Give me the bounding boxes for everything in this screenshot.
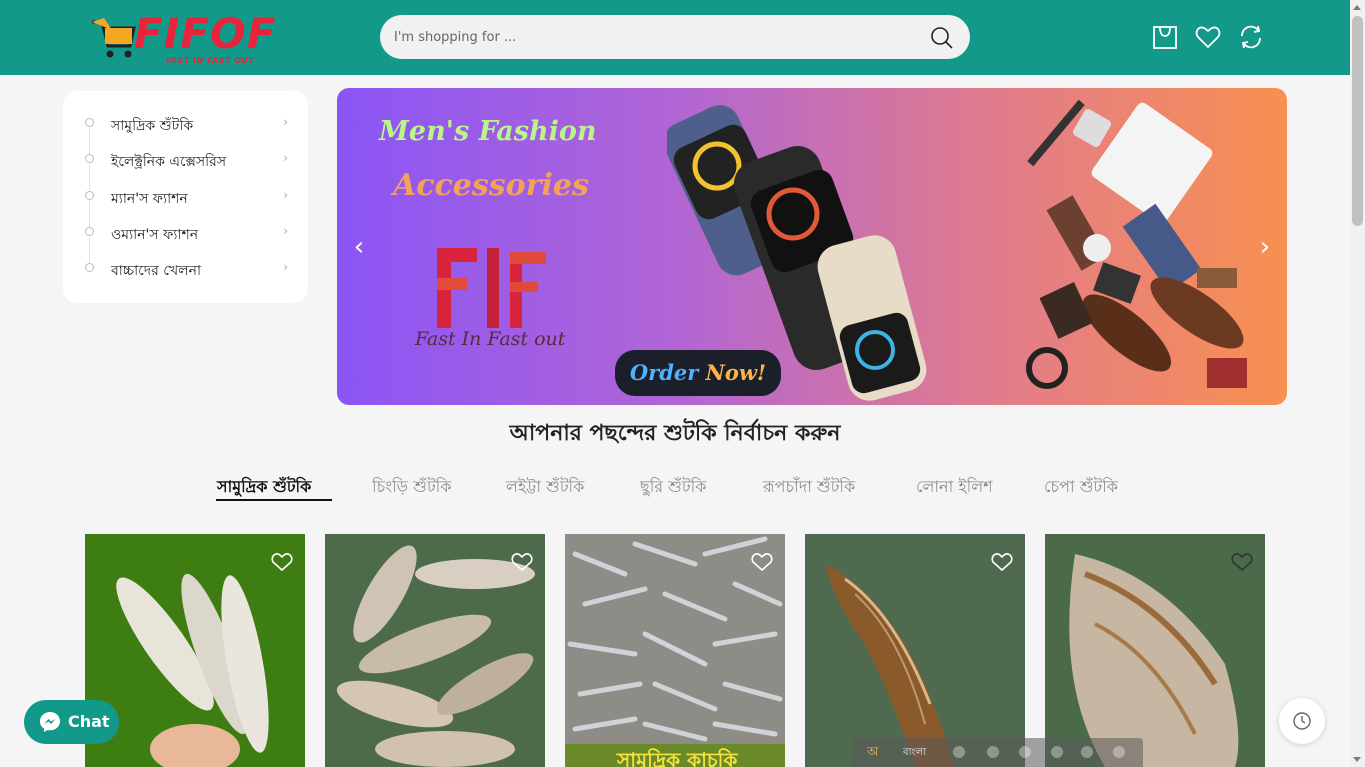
category-label: ইলেক্ট্রনিক এক্সেসরিস (111, 154, 227, 170)
ime-info-icon[interactable] (1113, 746, 1125, 758)
chevron-right-icon: › (283, 115, 288, 129)
site-logo[interactable]: FIFOF FAST IN FAST OUT (90, 9, 280, 70)
cart-icon[interactable] (1152, 24, 1178, 50)
wishlist-heart-icon[interactable] (1231, 552, 1253, 572)
wishlist-heart-icon[interactable] (511, 552, 533, 572)
category-label: সামুদ্রিক শুঁটকি (111, 118, 194, 134)
category-item[interactable]: ওম্যান'স ফ্যাশন › (63, 214, 308, 263)
scroll-down-arrow[interactable] (1353, 757, 1361, 762)
category-item[interactable]: সামুদ্রিক শুঁটকি › (63, 105, 308, 154)
history-icon (1293, 712, 1311, 730)
cart-logo-icon (92, 18, 136, 58)
banner-brand-logo (437, 248, 546, 328)
bullet-icon (85, 118, 94, 127)
banner-title: Men's Fashion (379, 116, 597, 147)
tab-loitta[interactable]: লইট্টা শুঁটকি (506, 474, 584, 501)
tab-churi[interactable]: ছুরি শুঁটকি (640, 474, 706, 501)
chevron-right-icon: › (283, 260, 288, 274)
ime-keyboard-icon[interactable] (953, 746, 965, 758)
chevron-right-icon: › (283, 224, 288, 238)
category-label: ওম্যান'স ফ্যাশন (111, 227, 199, 243)
search-input[interactable] (394, 25, 914, 49)
compare-icon[interactable] (1238, 24, 1264, 50)
ime-indicator: অ (867, 745, 879, 760)
product-card[interactable] (85, 534, 305, 767)
chevron-left-icon[interactable]: ‹ (347, 233, 371, 261)
search-bar (380, 15, 970, 59)
chat-label: Chat (68, 712, 110, 731)
logo-tagline: FAST IN FAST OUT (166, 56, 255, 65)
banner-subtitle: Accessories (393, 168, 589, 203)
bullet-icon (85, 227, 94, 236)
tab-lona-ilish[interactable]: লোনা ইলিশ (916, 474, 993, 501)
chevron-right-icon: › (283, 188, 288, 202)
banner-product-illustration (667, 99, 1247, 401)
active-tab-indicator (216, 499, 332, 501)
category-item[interactable]: ম্যান'স ফ্যাশন › (63, 178, 308, 227)
chevron-right-icon[interactable]: › (1253, 233, 1277, 261)
product-image-caption: সামুদ্রিক কাচকি (617, 748, 738, 767)
chevron-right-icon: › (283, 151, 288, 165)
product-card[interactable]: সামুদ্রিক কাচকি (565, 534, 785, 767)
wishlist-heart-icon[interactable] (991, 552, 1013, 572)
hero-banner[interactable]: Men's Fashion Accessories Fast In Fast o… (337, 88, 1287, 405)
bullet-icon (85, 263, 94, 272)
scroll-thumb[interactable] (1352, 16, 1363, 226)
ime-toolbar[interactable]: অ বাংলা (853, 738, 1143, 767)
category-label: বাচ্চাদের খেলনা (111, 263, 201, 279)
tab-chepa[interactable]: চেপা শুঁটকি (1044, 474, 1118, 501)
ime-mic-icon[interactable] (987, 746, 999, 758)
tab-sea-dried-fish[interactable]: সামুদ্রিক শুঁটকি (217, 474, 311, 501)
tab-dried-shrimp[interactable]: চিংড়ি শুঁটকি (372, 474, 451, 501)
ime-language-label: বাংলা (903, 747, 927, 758)
section-title: আপনার পছন্দের শুটকি নির্বাচন করুন (509, 421, 841, 446)
ime-pen-icon[interactable] (1051, 746, 1063, 758)
bullet-icon (85, 191, 94, 200)
category-label: ম্যান'স ফ্যাশন (111, 191, 188, 207)
logo-text: FIFOF (134, 9, 277, 58)
site-header: FIFOF FAST IN FAST OUT (0, 0, 1350, 75)
category-item[interactable]: বাচ্চাদের খেলনা › (63, 250, 308, 286)
banner-brand-tagline: Fast In Fast out (415, 328, 566, 350)
wishlist-heart-icon[interactable] (271, 552, 293, 572)
category-item[interactable]: ইলেক্ট্রনিক এক্সেসরিস › (63, 141, 308, 190)
chat-button[interactable]: Chat (24, 700, 119, 744)
ime-help-icon[interactable] (1081, 746, 1093, 758)
product-card[interactable] (325, 534, 545, 767)
category-menu: সামুদ্রিক শুঁটকি › ইলেক্ট্রনিক এক্সেসরিস… (63, 91, 308, 303)
messenger-icon (40, 712, 60, 732)
search-icon[interactable] (930, 26, 954, 50)
wishlist-heart-icon[interactable] (751, 552, 773, 572)
bullet-icon (85, 154, 94, 163)
scroll-up-arrow[interactable] (1353, 5, 1361, 10)
recently-viewed-button[interactable] (1279, 698, 1325, 744)
ime-settings-icon[interactable] (1019, 746, 1031, 758)
page-scrollbar[interactable] (1350, 0, 1365, 767)
tab-rupchanda[interactable]: রূপচাঁদা শুঁটকি (763, 474, 855, 501)
product-card[interactable] (1045, 534, 1265, 767)
heart-icon[interactable] (1195, 24, 1221, 50)
product-card[interactable] (805, 534, 1025, 767)
